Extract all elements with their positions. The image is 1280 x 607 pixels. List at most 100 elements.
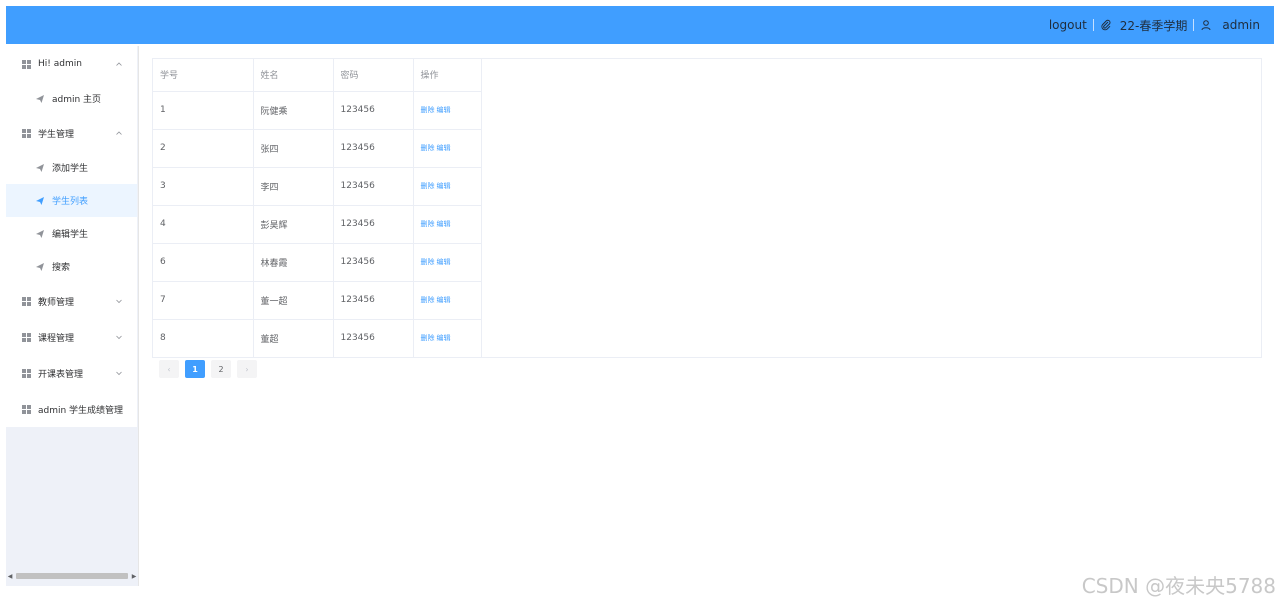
chevron-down-icon [115,333,123,341]
delete-button[interactable]: 删除 [421,258,435,266]
scroll-thumb[interactable] [16,573,128,579]
cell-id: 6 [153,243,254,282]
page-button-1[interactable]: 1 [185,360,205,378]
edit-button[interactable]: 编辑 [437,258,451,266]
table-row: 6 林春霞 123456 删除 编辑 [153,243,482,282]
sidebar-item-label: 学生列表 [52,197,89,207]
cell-name: 董超 [253,319,334,357]
chevron-up-icon [115,60,123,68]
paperclip-icon [1100,19,1112,31]
delete-button[interactable]: 删除 [421,334,435,342]
cell-password: 123456 [333,243,414,282]
sidebar-item-label: 课程管理 [38,333,75,344]
cell-name: 林春霞 [253,243,334,282]
cell-password: 123456 [333,205,414,244]
cell-actions: 删除 编辑 [413,167,482,206]
page-button-2[interactable]: 2 [211,360,231,378]
scroll-right-icon[interactable]: ▶ [130,572,138,580]
table-row: 4 彭昊辉 123456 删除 编辑 [153,205,482,244]
watermark: CSDN @夜未央5788 [1081,574,1276,598]
scroll-left-icon[interactable]: ◀ [6,572,14,580]
paper-plane-icon [35,196,45,206]
sidebar-item-edit-student[interactable]: 编辑学生 [6,217,137,250]
sidebar-item-grade-management[interactable]: admin 学生成绩管理 [6,391,137,427]
prev-page-button[interactable]: ‹ [159,360,179,378]
sidebar-item-admin-home[interactable]: admin 主页 [6,82,137,115]
sidebar-item-label: 教师管理 [38,297,75,308]
grid-icon [22,128,31,138]
top-header: logout 22-春季学期 admin [6,6,1274,44]
paper-plane-icon [35,94,45,104]
table-row: 8 董超 123456 删除 编辑 [153,319,482,357]
cell-id: 7 [153,281,254,320]
grid-icon [22,368,31,378]
sidebar-item-search[interactable]: 搜索 [6,250,137,283]
cell-id: 4 [153,205,254,244]
column-header-id: 学号 [153,59,254,92]
sidebar-item-label: Hi! admin [38,59,82,69]
table-row: 2 张四 123456 删除 编辑 [153,129,482,168]
edit-button[interactable]: 编辑 [437,182,451,190]
cell-id: 2 [153,129,254,168]
delete-button[interactable]: 删除 [421,220,435,228]
student-table-wrapper: 学号 姓名 密码 操作 1 阮健乘 123456 删除 编辑 2 张四 12345… [152,58,1262,358]
user-icon [1200,19,1212,31]
table-row: 3 李四 123456 删除 编辑 [153,167,482,206]
cell-name: 张四 [253,129,334,168]
sidebar-item-label: 开课表管理 [38,369,84,380]
horizontal-scrollbar[interactable]: ◀ ▶ [6,572,138,580]
edit-button[interactable]: 编辑 [437,106,451,114]
sidebar-group-student-management[interactable]: 学生管理 [6,115,137,151]
cell-name: 董一超 [253,281,334,320]
delete-button[interactable]: 删除 [421,144,435,152]
main-content: 学号 姓名 密码 操作 1 阮健乘 123456 删除 编辑 2 张四 12345… [152,58,1262,378]
chevron-down-icon [115,369,123,377]
cell-name: 李四 [253,167,334,206]
table-header-row: 学号 姓名 密码 操作 [153,59,482,92]
grid-icon [22,59,31,69]
grid-icon [22,332,31,342]
cell-actions: 删除 编辑 [413,281,482,320]
cell-name: 彭昊辉 [253,205,334,244]
column-header-actions: 操作 [413,59,482,92]
cell-id: 1 [153,91,254,130]
table-row: 7 董一超 123456 删除 编辑 [153,281,482,320]
cell-password: 123456 [333,319,414,357]
paper-plane-icon [35,262,45,272]
header-divider [1193,19,1195,31]
column-header-password: 密码 [333,59,414,92]
delete-button[interactable]: 删除 [421,182,435,190]
chevron-down-icon [115,297,123,305]
paper-plane-icon [35,163,45,173]
delete-button[interactable]: 删除 [421,106,435,114]
edit-button[interactable]: 编辑 [437,334,451,342]
column-header-name: 姓名 [253,59,334,92]
pagination: ‹ 1 2 › [159,360,1262,378]
cell-actions: 删除 编辑 [413,91,482,130]
sidebar-group-schedule-management[interactable]: 开课表管理 [6,355,137,391]
logout-link[interactable]: logout [1049,18,1087,32]
student-table: 学号 姓名 密码 操作 1 阮健乘 123456 删除 编辑 2 张四 12345… [153,59,482,357]
sidebar-item-label: 搜索 [52,263,71,273]
grid-icon [22,296,31,306]
chevron-up-icon [115,129,123,137]
header-divider [1092,19,1094,31]
cell-id: 3 [153,167,254,206]
edit-button[interactable]: 编辑 [437,220,451,228]
sidebar-group-course-management[interactable]: 课程管理 [6,319,137,355]
edit-button[interactable]: 编辑 [437,144,451,152]
sidebar-item-add-student[interactable]: 添加学生 [6,151,137,184]
cell-id: 8 [153,319,254,357]
sidebar-menu: Hi! admin admin 主页 学生管理 添加学生 学生列表 编辑学生 搜… [6,46,137,427]
paper-plane-icon [35,229,45,239]
delete-button[interactable]: 删除 [421,296,435,304]
sidebar-group-admin[interactable]: Hi! admin [6,46,137,82]
cell-password: 123456 [333,167,414,206]
sidebar-item-student-list[interactable]: 学生列表 [6,184,137,217]
username-label[interactable]: admin [1222,18,1260,32]
semester-label[interactable]: 22-春季学期 [1120,17,1188,34]
edit-button[interactable]: 编辑 [437,296,451,304]
next-page-button[interactable]: › [237,360,257,378]
cell-actions: 删除 编辑 [413,129,482,168]
sidebar-group-teacher-management[interactable]: 教师管理 [6,283,137,319]
